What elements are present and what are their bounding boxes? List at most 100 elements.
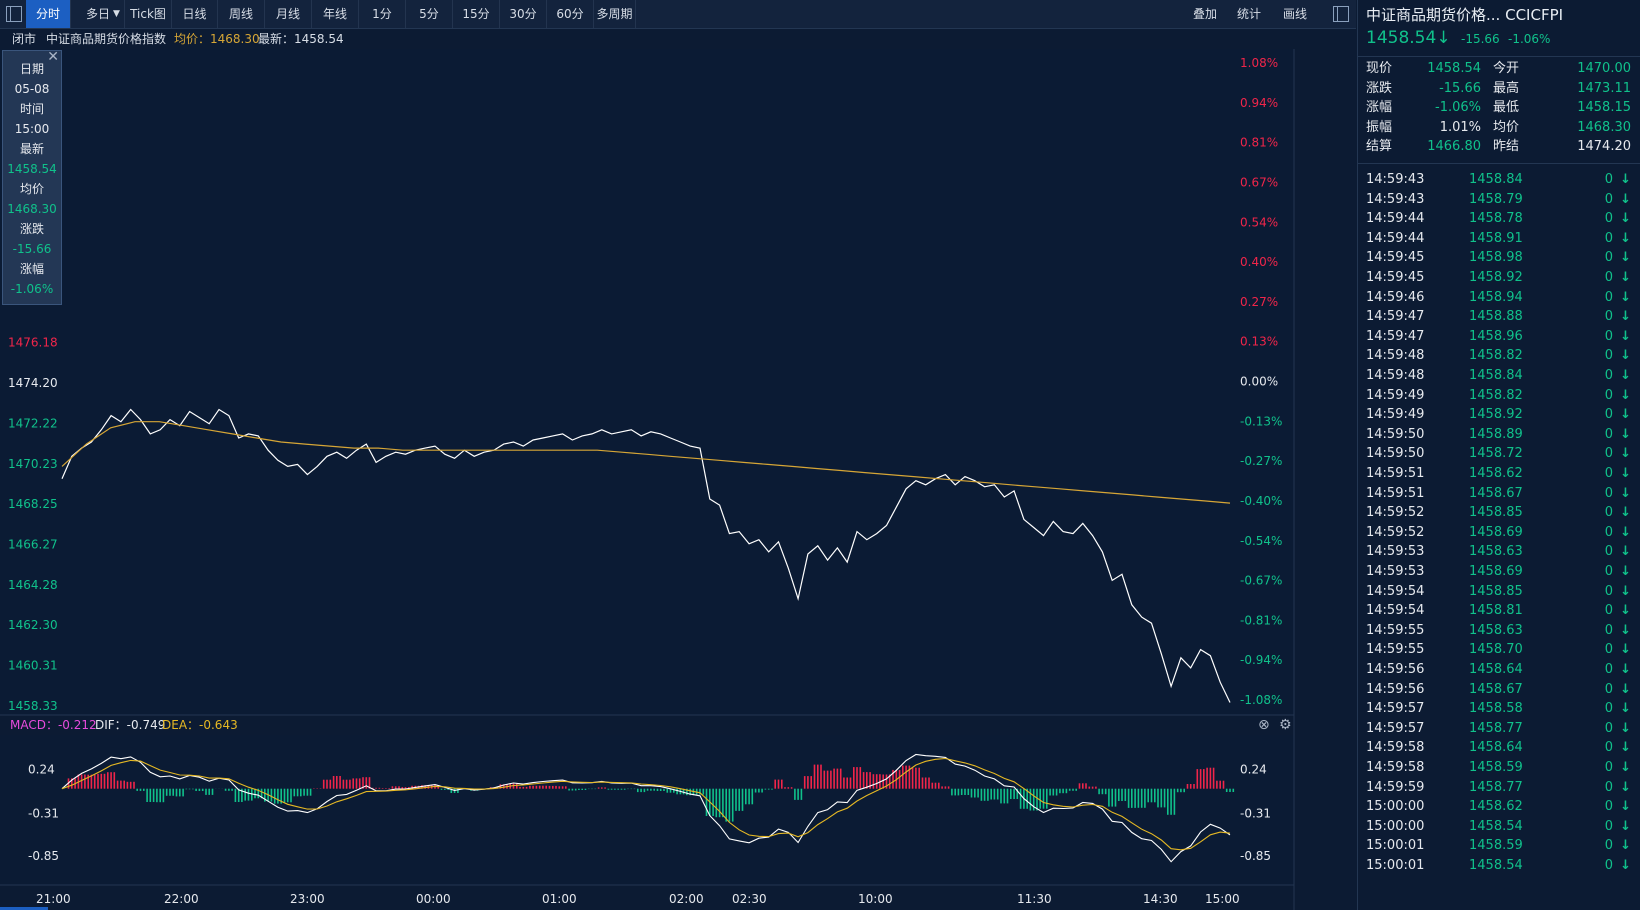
overlay-button[interactable]: 叠加 [1193,0,1217,28]
y-tick-label: 1474.20 [8,376,58,390]
tick-row: 14:59:52 1458.85 0 ↓ [1358,503,1640,523]
tick-row: 14:59:49 1458.82 0 ↓ [1358,386,1640,406]
tick-volume: 0 [1604,289,1613,305]
gear-icon[interactable]: ⚙ [1279,716,1292,734]
tick-volume: 0 [1604,622,1613,638]
tick-volume: 0 [1604,818,1613,834]
price-panel [0,49,1294,715]
tick-row: 14:59:55 1458.70 0 ↓ [1358,640,1640,660]
tick-time: 14:59:59 [1366,779,1425,795]
tick-volume: 0 [1604,368,1613,383]
x-tick-label: 11:30 [1017,892,1052,906]
down-arrow-icon: ↓ [1620,681,1631,697]
current-price-value: 1458.54 [1366,28,1437,48]
y-tick-label: 1476.18 [8,336,58,350]
price-change: -15.66 [1461,32,1500,46]
tick-time: 14:59:45 [1366,270,1425,285]
pct-tick-label: -0.67% [1240,574,1282,588]
tab-12[interactable]: 多周期 [594,0,636,28]
quote-value: 1458.15 [1577,100,1631,115]
tick-row: 15:00:00 1458.54 0 ↓ [1358,817,1640,837]
tab-4[interactable]: 周线 [218,0,265,28]
tab-11[interactable]: 60分 [547,0,594,28]
tick-row: 14:59:46 1458.94 0 ↓ [1358,288,1640,308]
panel-toggle-icon[interactable] [1333,6,1349,22]
tick-row: 14:59:56 1458.67 0 ↓ [1358,680,1640,700]
quote-value: -1.06% [1435,100,1481,115]
tick-volume: 0 [1604,760,1613,775]
close-indicator-icon[interactable]: ⊗ [1258,716,1270,734]
tick-volume: 0 [1604,720,1613,736]
tooltip-avg-label: 均价 [19,182,44,196]
tick-volume: 0 [1604,564,1613,579]
pct-tick-label: 0.54% [1240,215,1278,229]
quote-value: 1474.20 [1577,139,1631,154]
app-window: 1476.18 1474.20 1472.22 1470.23 1468.25 1466.… [0,0,1640,910]
tick-row: 14:59:49 1458.92 0 ↓ [1358,405,1640,425]
x-tick-label: 21:00 [36,892,71,906]
tick-price: 1458.94 [1469,289,1523,305]
tick-price: 1458.84 [1469,172,1523,187]
x-tick-label: 00:00 [416,892,451,906]
tick-price: 1458.72 [1469,446,1523,462]
quote-row: 振幅 1.01% 均价 1468.30 [1358,118,1640,138]
down-arrow-icon: ↓ [1620,760,1631,775]
down-arrow-icon: ↓ [1620,564,1631,579]
tick-time: 15:00:01 [1366,858,1425,873]
draw-line-button[interactable]: 画线 [1283,0,1307,28]
tab-6[interactable]: 年线 [312,0,359,28]
x-tick-label: 22:00 [164,892,199,906]
tooltip-avg-value: 1468.30 [7,202,57,216]
down-arrow-icon: ↓ [1620,858,1631,873]
tab-3[interactable]: 日线 [172,0,218,28]
tick-price: 1458.88 [1469,309,1523,325]
tab-10[interactable]: 30分 [500,0,547,28]
tick-price: 1458.62 [1469,799,1523,815]
pct-tick-label: 0.81% [1240,136,1278,150]
down-arrow-icon: ↓ [1620,485,1631,501]
tick-price: 1458.85 [1469,505,1523,521]
market-status: 闭市 [12,32,37,46]
tick-time: 14:59:54 [1366,603,1425,619]
quote-label: 昨结 [1493,139,1520,154]
down-arrow-icon: ↓ [1620,524,1631,540]
tick-row: 14:59:53 1458.63 0 ↓ [1358,542,1640,562]
tick-time: 14:59:47 [1366,328,1425,344]
tick-row: 14:59:45 1458.98 0 ↓ [1358,248,1640,268]
quote-label: 今开 [1493,61,1520,76]
down-arrow-icon: ↓ [1620,779,1631,795]
tab-5[interactable]: 月线 [265,0,312,28]
x-tick-label: 01:00 [542,892,577,906]
x-tick-label: 23:00 [290,892,325,906]
tick-row: 15:00:00 1458.62 0 ↓ [1358,797,1640,817]
close-icon[interactable]: ✕ [47,49,59,65]
down-arrow-icon: ↓ [1620,818,1631,834]
tab-7[interactable]: 1分 [359,0,406,28]
quote-label: 最低 [1493,100,1520,115]
stats-button[interactable]: 统计 [1237,0,1261,28]
tab-9[interactable]: 15分 [453,0,500,28]
tick-time: 14:59:46 [1366,289,1425,305]
tab-8[interactable]: 5分 [406,0,453,28]
down-arrow-icon: ↓ [1620,720,1631,736]
pct-tick-label: 0.94% [1240,96,1278,110]
tick-price: 1458.82 [1469,387,1523,403]
y-tick-label: 1468.25 [8,497,58,511]
tick-price: 1458.62 [1469,466,1523,481]
tick-volume: 0 [1604,230,1613,246]
quote-label: 结算 [1366,139,1393,154]
pct-tick-label: -1.08% [1240,693,1282,707]
tab-0[interactable]: 分时 [26,0,71,28]
tick-time: 14:59:52 [1366,524,1425,540]
tick-time: 14:59:55 [1366,642,1425,658]
tick-price: 1458.64 [1469,662,1523,677]
tick-volume: 0 [1604,348,1613,364]
down-arrow-icon: ↓ [1620,191,1631,207]
down-arrow-icon: ↓ [1620,348,1631,364]
y-tick-label: 1470.23 [8,457,58,471]
sidebar-toggle-icon[interactable] [6,6,22,22]
tab-2[interactable]: Tick图 [125,0,172,28]
tick-price: 1458.64 [1469,740,1523,756]
tick-price: 1458.89 [1469,426,1523,442]
tick-row: 14:59:57 1458.77 0 ↓ [1358,719,1640,739]
